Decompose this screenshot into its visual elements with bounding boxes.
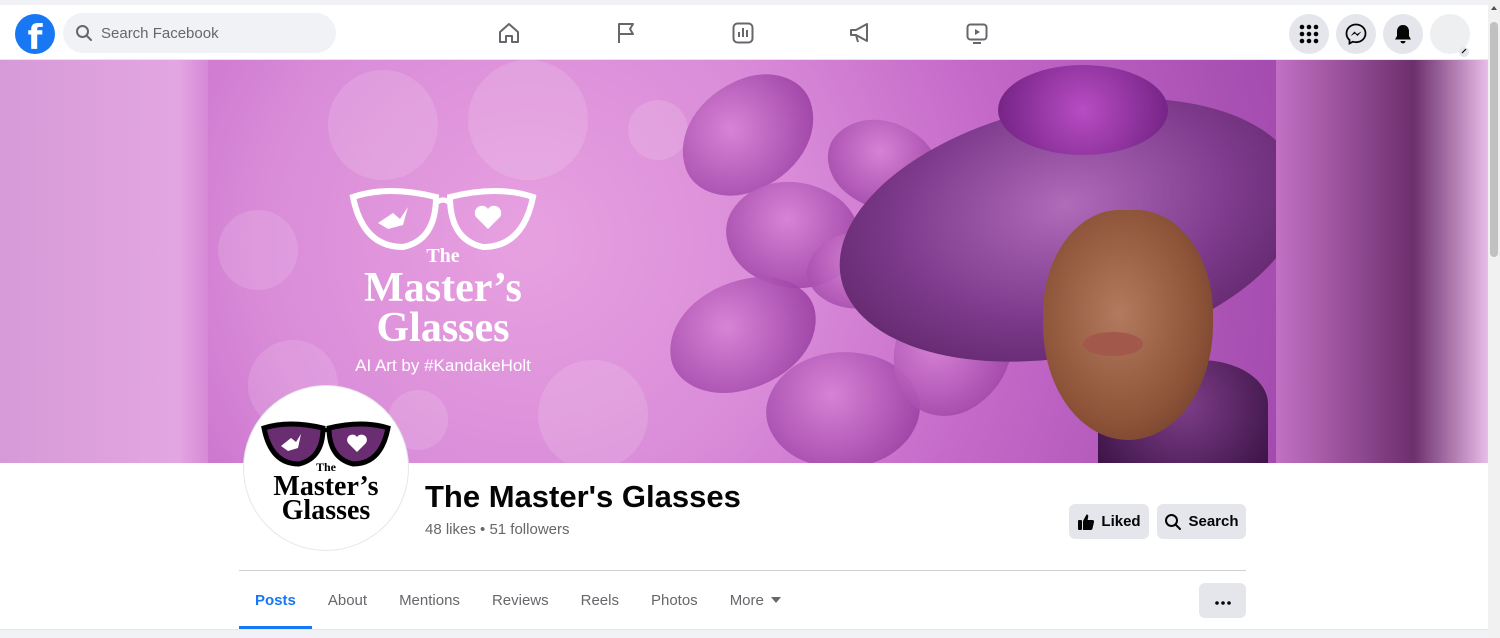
tab-label: Mentions — [399, 591, 460, 609]
tab-reviews[interactable]: Reviews — [476, 571, 565, 629]
woman-lips — [1083, 332, 1143, 356]
hat-flower — [998, 65, 1168, 155]
facebook-logo[interactable]: f — [15, 14, 55, 54]
bell-icon[interactable] — [1383, 14, 1423, 54]
tab-label: More — [729, 591, 764, 609]
search-bar[interactable] — [63, 13, 336, 53]
profile-logo-line2: Glasses — [281, 495, 371, 526]
search-icon — [1164, 513, 1182, 531]
tab-more[interactable]: More — [714, 571, 797, 629]
more-dots-icon — [1214, 592, 1231, 610]
insights-icon[interactable] — [729, 19, 757, 47]
caret-down-icon — [770, 597, 781, 603]
flag-icon[interactable] — [612, 19, 640, 47]
tab-label: Reviews — [491, 591, 549, 609]
cover-logo-line2: Glasses — [376, 305, 510, 351]
tab-about[interactable]: About — [312, 571, 383, 629]
cover-photo-backdrop: The Master’s Glasses AI Art by #KandakeH… — [0, 60, 1488, 463]
cover-logo-subtitle: AI Art by #KandakeHolt — [355, 356, 531, 375]
tab-mentions[interactable]: Mentions — [383, 571, 476, 629]
page-scrollbar[interactable] — [1488, 0, 1500, 638]
search-label: Search — [1188, 513, 1239, 530]
liked-label: Liked — [1101, 513, 1141, 530]
tab-posts[interactable]: Posts — [239, 571, 312, 629]
tab-label: Reels — [580, 591, 619, 609]
page-title: The Master's Glasses — [425, 479, 741, 514]
tab-label: Photos — [650, 591, 698, 609]
more-options-button[interactable] — [1199, 583, 1246, 618]
profile-picture[interactable]: The Master’s Glasses — [244, 386, 408, 550]
chevron-down-icon — [1459, 44, 1469, 57]
tab-label: About — [327, 591, 368, 609]
messenger-icon[interactable] — [1336, 14, 1376, 54]
tab-label: Posts — [255, 591, 296, 609]
page-stats[interactable]: 48 likes • 51 followers — [425, 521, 570, 538]
account-avatar[interactable] — [1430, 14, 1470, 57]
search-icon — [75, 24, 93, 42]
search-input[interactable] — [101, 24, 301, 42]
cover-brand-logo: The Master’s Glasses AI Art by #KandakeH… — [343, 185, 543, 376]
tab-photos[interactable]: Photos — [635, 571, 714, 629]
home-icon[interactable] — [495, 19, 523, 47]
megaphone-icon[interactable] — [846, 19, 874, 47]
menu-grid-icon[interactable] — [1289, 14, 1329, 54]
woman-face — [1043, 210, 1213, 440]
scrollbar-thumb[interactable] — [1490, 22, 1498, 257]
page-tabs: Posts About Mentions Reviews Reels Photo… — [239, 571, 797, 629]
cover-logo-line1: Master’s — [364, 265, 522, 311]
top-navigation-bar: f — [0, 0, 1488, 60]
video-icon[interactable] — [963, 19, 991, 47]
tab-reels[interactable]: Reels — [565, 571, 635, 629]
scroll-up-arrow[interactable] — [1491, 6, 1497, 10]
thumbs-up-icon — [1077, 513, 1095, 531]
feed-background — [0, 629, 1488, 638]
liked-button[interactable]: Liked — [1069, 504, 1149, 539]
page-search-button[interactable]: Search — [1157, 504, 1246, 539]
